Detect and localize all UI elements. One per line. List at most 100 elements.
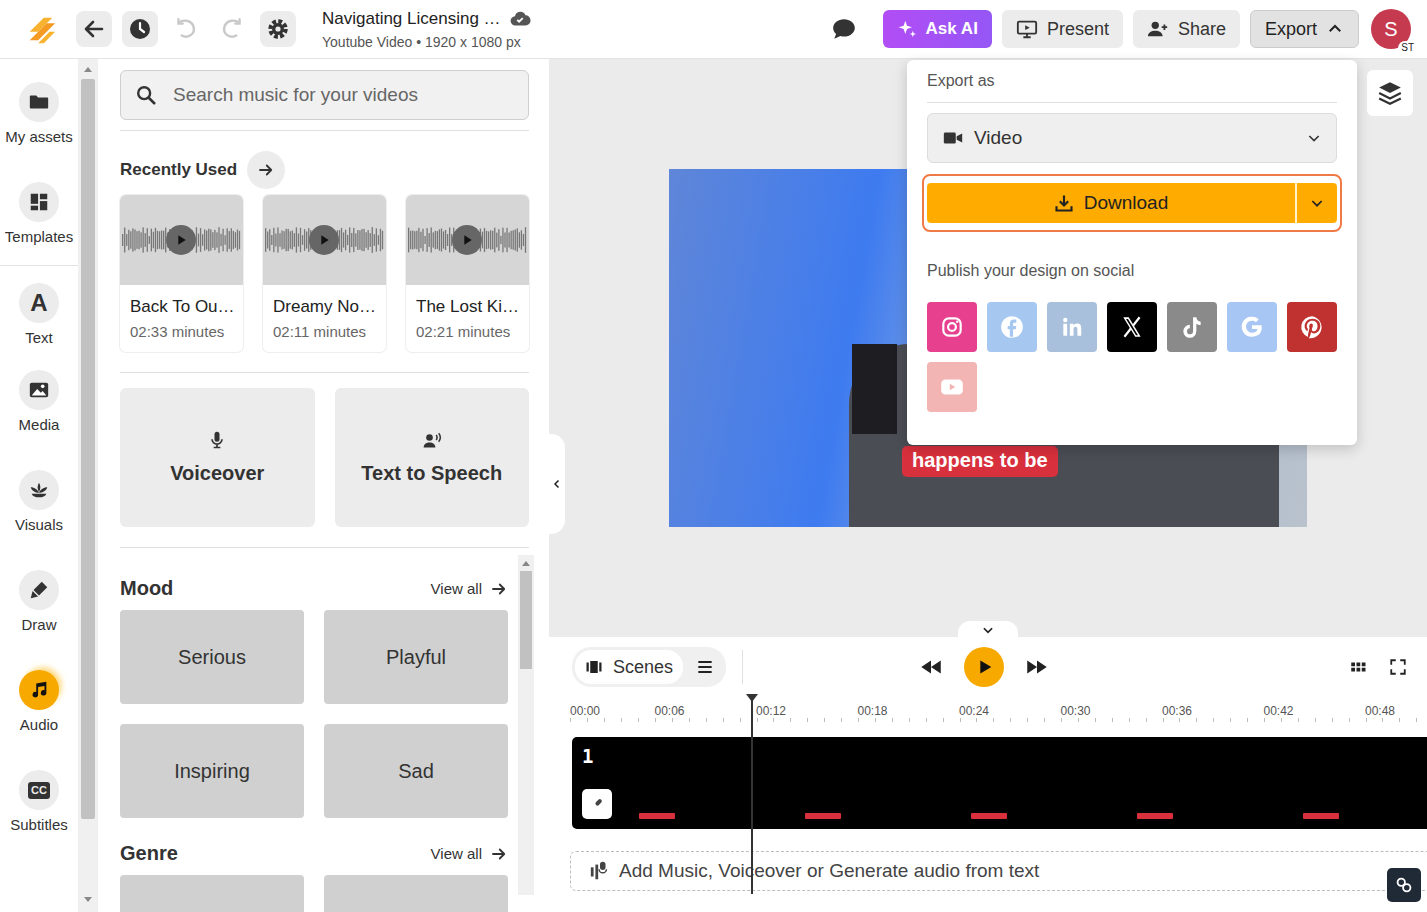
play-button[interactable] bbox=[964, 647, 1004, 687]
rail-item[interactable]: Draw bbox=[0, 565, 78, 665]
download-main[interactable]: Download bbox=[927, 183, 1295, 223]
scenes-tab[interactable]: Scenes bbox=[575, 650, 683, 684]
track-play-button[interactable] bbox=[452, 225, 482, 255]
recent-more-button[interactable] bbox=[247, 151, 285, 189]
rail-item[interactable]: Visuals bbox=[0, 465, 78, 565]
grid-view-button[interactable] bbox=[1349, 658, 1367, 676]
social-publish-button[interactable] bbox=[1107, 302, 1157, 352]
ruler-tick bbox=[1179, 718, 1281, 722]
audio-tool-card[interactable]: Voiceover bbox=[120, 388, 315, 527]
download-button[interactable]: Download bbox=[927, 183, 1337, 223]
timeline-toggle[interactable] bbox=[958, 621, 1018, 639]
track-play-button[interactable] bbox=[166, 225, 196, 255]
connect-widget-button[interactable] bbox=[1387, 868, 1421, 902]
mood-card[interactable]: Sad bbox=[324, 724, 508, 818]
music-search-input[interactable] bbox=[171, 83, 514, 107]
track-card[interactable]: The Lost Ki…02:21 minutes bbox=[406, 195, 529, 352]
layers-button[interactable] bbox=[1367, 70, 1413, 116]
avatar-initial: S bbox=[1384, 18, 1397, 41]
social-publish-button[interactable] bbox=[1047, 302, 1097, 352]
playhead[interactable] bbox=[751, 696, 753, 894]
subtitle-box[interactable]: happens to be bbox=[902, 446, 1058, 477]
section-header: GenreView all bbox=[120, 842, 508, 865]
view-all-link[interactable]: View all bbox=[431, 580, 508, 598]
track-card[interactable]: Back To Ou…02:33 minutes bbox=[120, 195, 243, 352]
rail-label: Visuals bbox=[15, 516, 63, 533]
subtitle-clip[interactable] bbox=[805, 813, 841, 819]
subtitle-clip[interactable] bbox=[1137, 813, 1173, 819]
divider bbox=[120, 372, 529, 373]
play-icon bbox=[973, 656, 995, 678]
audio-tool-card[interactable]: Text to Speech bbox=[335, 388, 530, 527]
download-options[interactable] bbox=[1295, 183, 1337, 223]
redo-button[interactable] bbox=[214, 11, 250, 47]
subtitle-clip[interactable] bbox=[639, 813, 675, 819]
present-label: Present bbox=[1047, 19, 1109, 40]
fast-forward-icon bbox=[1024, 654, 1050, 680]
social-publish-button[interactable] bbox=[1167, 302, 1217, 352]
rail-item[interactable]: AText bbox=[0, 265, 78, 365]
youtube-logo-icon bbox=[939, 374, 965, 400]
mood-card[interactable]: Inspiring bbox=[120, 724, 304, 818]
present-button[interactable]: Present bbox=[1002, 10, 1123, 48]
mood-scrollbar[interactable] bbox=[518, 555, 534, 895]
track-info: Dreamy No…02:11 minutes bbox=[263, 285, 386, 352]
track-card[interactable]: Dreamy No…02:11 minutes bbox=[263, 195, 386, 352]
rewind-button[interactable] bbox=[918, 654, 944, 680]
forward-button[interactable] bbox=[1024, 654, 1050, 680]
mood-card[interactable]: Serious bbox=[120, 610, 304, 704]
audio-tools: VoiceoverText to Speech bbox=[120, 388, 529, 527]
settings-button[interactable] bbox=[260, 11, 296, 47]
export-button[interactable]: Export bbox=[1250, 10, 1359, 48]
document-title[interactable]: Navigating Licensing … bbox=[322, 9, 501, 29]
rail-item[interactable]: Media bbox=[0, 365, 78, 465]
format-value: Video bbox=[974, 127, 1022, 149]
fullscreen-button[interactable] bbox=[1389, 658, 1407, 676]
scene-voice-button[interactable] bbox=[582, 789, 612, 819]
collapse-panel-handle[interactable] bbox=[549, 434, 565, 534]
scroll-up-arrow-icon bbox=[84, 67, 92, 72]
user-avatar[interactable]: SST bbox=[1371, 9, 1411, 49]
subtitle-clip[interactable] bbox=[971, 813, 1007, 819]
mood-card[interactable]: Playful bbox=[324, 610, 508, 704]
add-audio-row[interactable]: Add Music, Voiceover or Generate audio f… bbox=[570, 851, 1427, 891]
undo-button[interactable] bbox=[168, 11, 204, 47]
format-select[interactable]: Video bbox=[927, 113, 1337, 163]
document-info: Navigating Licensing …Youtube Video • 19… bbox=[322, 8, 531, 50]
history-button[interactable] bbox=[122, 11, 158, 47]
rail-scrollbar[interactable] bbox=[78, 59, 98, 912]
play-icon bbox=[459, 232, 475, 248]
facebook-logo-icon bbox=[999, 314, 1025, 340]
ask-ai-button[interactable]: Ask AI bbox=[883, 10, 992, 48]
social-publish-button[interactable] bbox=[927, 302, 977, 352]
ruler-tick bbox=[672, 718, 774, 722]
scene-strip[interactable]: 1 bbox=[572, 737, 1427, 829]
chevron-down-icon bbox=[981, 623, 995, 637]
timeline: Scenes 00:0000:0600:1200:1800:2400:3000:3… bbox=[549, 637, 1427, 912]
scroll-thumb[interactable] bbox=[81, 79, 95, 819]
music-note-icon bbox=[28, 679, 50, 701]
rail-item[interactable]: Templates bbox=[0, 177, 78, 265]
social-publish-button[interactable] bbox=[927, 362, 977, 412]
genre-card[interactable] bbox=[120, 875, 304, 912]
rail-item[interactable]: Audio bbox=[0, 665, 78, 765]
ruler-tick bbox=[1078, 718, 1180, 722]
list-view-tab[interactable] bbox=[687, 657, 723, 677]
rail-item[interactable]: My assets bbox=[0, 77, 78, 177]
subtitle-clip[interactable] bbox=[1303, 813, 1339, 819]
back-button[interactable] bbox=[76, 11, 112, 47]
social-publish-button[interactable] bbox=[1287, 302, 1337, 352]
export-as-label: Export as bbox=[927, 72, 1337, 103]
time-ruler: 00:0000:0600:1200:1800:2400:3000:3600:42… bbox=[570, 697, 1427, 737]
rail-item[interactable]: CCSubtitles bbox=[0, 765, 78, 865]
social-publish-button[interactable] bbox=[1227, 302, 1277, 352]
section-header: MoodView all bbox=[120, 577, 508, 600]
track-play-button[interactable] bbox=[309, 225, 339, 255]
music-search[interactable] bbox=[120, 70, 529, 120]
genre-card[interactable] bbox=[324, 875, 508, 912]
view-all-link[interactable]: View all bbox=[431, 845, 508, 863]
social-publish-button[interactable] bbox=[987, 302, 1037, 352]
share-button[interactable]: Share bbox=[1133, 10, 1240, 48]
mood-label: Playful bbox=[386, 646, 446, 669]
ruler-tick bbox=[875, 718, 977, 722]
